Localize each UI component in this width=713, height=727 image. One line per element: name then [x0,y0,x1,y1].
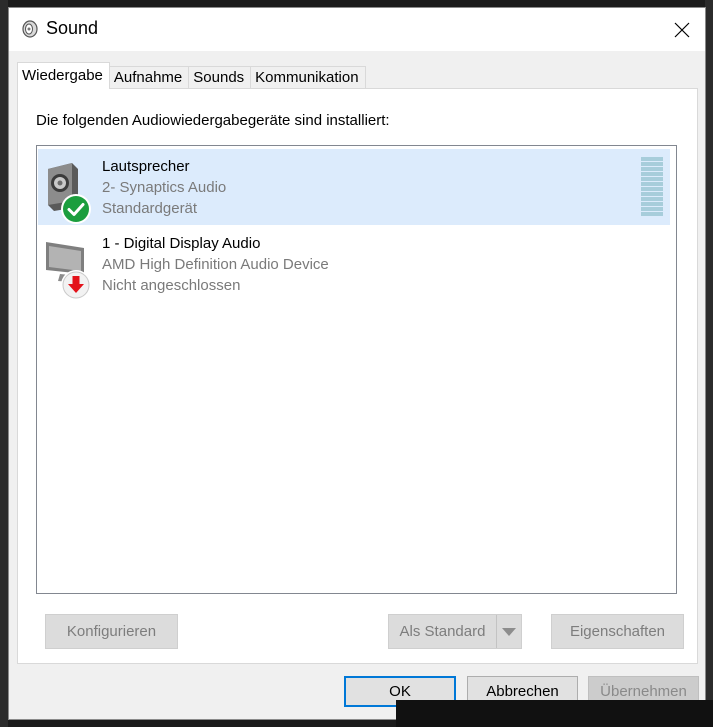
device-item-speakers[interactable]: Lautsprecher 2- Synaptics Audio Standard… [38,149,670,225]
device-name: Lautsprecher [102,158,190,175]
set-default-dropdown[interactable] [497,615,521,648]
background-window-fragment [396,700,713,727]
sound-dialog: Sound Wiedergabe Aufnahme Sounds Kommuni… [8,7,706,720]
title-bar[interactable]: Sound [9,8,705,51]
background-window-right-edge [705,0,713,727]
device-status: Nicht angeschlossen [102,277,241,294]
background-window-left-edge [0,0,8,727]
configure-button[interactable]: Konfigurieren [45,614,178,649]
tab-wiedergabe[interactable]: Wiedergabe [17,62,110,89]
tab-aufnahme[interactable]: Aufnahme [108,66,190,89]
device-item-digital-display-audio[interactable]: 1 - Digital Display Audio AMD High Defin… [38,226,670,302]
device-driver: 2- Synaptics Audio [102,179,227,196]
chevron-down-icon [502,627,516,636]
device-name: 1 - Digital Display Audio [102,235,261,252]
close-icon [674,22,690,37]
down-arrow-badge-icon [61,270,91,300]
close-button[interactable] [659,8,705,51]
window-title: Sound [46,18,99,38]
device-driver: AMD High Definition Audio Device [102,256,329,273]
set-default-split-button[interactable]: Als Standard [388,614,522,649]
tab-strip: Wiedergabe Aufnahme Sounds Kommunikation [17,62,366,89]
check-badge-icon [61,194,91,224]
volume-level-meter [641,157,663,217]
properties-button[interactable]: Eigenschaften [551,614,684,649]
playback-tab-panel: Die folgenden Audiowiedergabegeräte sind… [17,88,698,664]
device-list[interactable]: Lautsprecher 2- Synaptics Audio Standard… [36,145,677,594]
set-default-button[interactable]: Als Standard [389,615,497,648]
tab-kommunikation[interactable]: Kommunikation [250,66,366,89]
device-status: Standardgerät [102,200,198,217]
instruction-text: Die folgenden Audiowiedergabegeräte sind… [36,112,390,129]
speaker-icon [22,20,38,38]
tab-sounds[interactable]: Sounds [188,66,252,89]
